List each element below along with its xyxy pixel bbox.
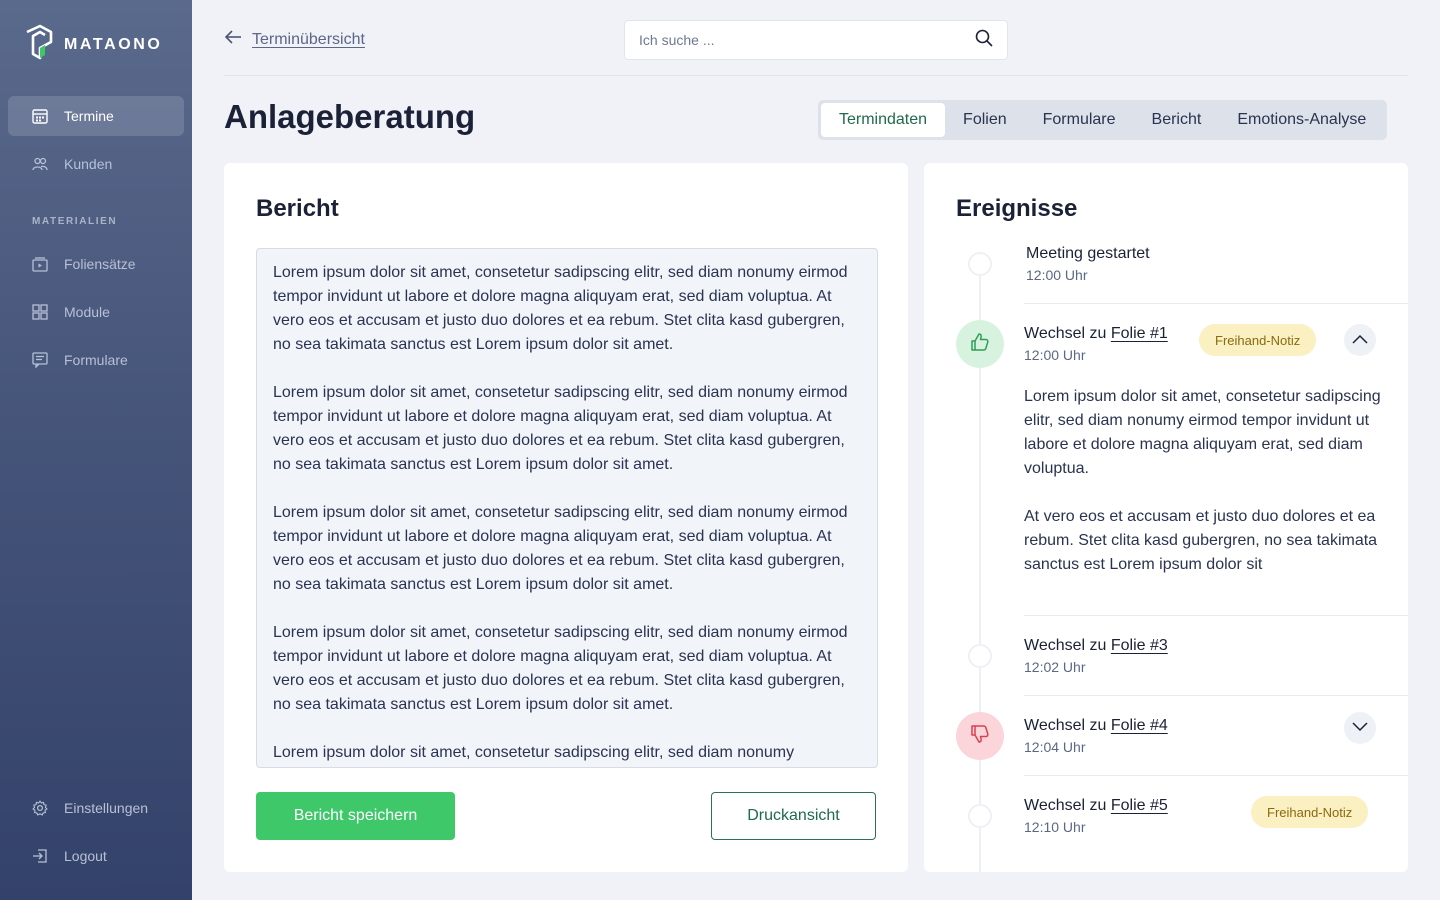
print-view-button[interactable]: Druckansicht bbox=[711, 792, 876, 840]
timeline-dot bbox=[968, 804, 992, 828]
users-icon bbox=[32, 156, 48, 172]
event-divider bbox=[1024, 303, 1408, 304]
event-prefix: Wechsel zu bbox=[1024, 637, 1107, 654]
event-note-text: Lorem ipsum dolor sit amet, consetetur s… bbox=[1024, 388, 1381, 477]
calendar-icon bbox=[32, 108, 48, 124]
page-title: Anlageberatung bbox=[224, 98, 476, 135]
logout-icon bbox=[32, 848, 48, 864]
sidebar-item-logout[interactable]: Logout bbox=[8, 836, 184, 876]
header-divider bbox=[224, 75, 1408, 76]
event-title: Wechsel zu Folie #5 bbox=[1024, 797, 1168, 815]
chevron-down-icon bbox=[1352, 719, 1368, 737]
search-input[interactable] bbox=[639, 32, 975, 48]
event-prefix: Wechsel zu bbox=[1024, 797, 1107, 814]
event-title: Wechsel zu Folie #3 bbox=[1024, 637, 1168, 655]
expand-button[interactable] bbox=[1344, 712, 1376, 744]
gear-icon bbox=[32, 800, 48, 816]
sidebar-item-label: Einstellungen bbox=[64, 800, 149, 816]
slides-icon bbox=[32, 256, 48, 272]
tab-formulare[interactable]: Formulare bbox=[1025, 103, 1134, 137]
sidebar-item-kunden[interactable]: Kunden bbox=[8, 144, 184, 184]
freehand-note-badge[interactable]: Freihand-Notiz bbox=[1199, 324, 1317, 356]
event-prefix: Wechsel zu bbox=[1024, 717, 1107, 734]
report-paragraph: Lorem ipsum dolor sit amet, consetetur s… bbox=[273, 624, 848, 713]
sidebar-item-formulare[interactable]: Formulare bbox=[8, 340, 184, 380]
report-textarea[interactable]: Lorem ipsum dolor sit amet, consetetur s… bbox=[256, 248, 878, 768]
timeline-dot bbox=[968, 644, 992, 668]
sidebar-item-label: Termine bbox=[64, 108, 114, 124]
event-time: 12:10 Uhr bbox=[1024, 819, 1086, 835]
thumbs-up-icon bbox=[970, 332, 990, 357]
report-paragraph: Lorem ipsum dolor sit amet, consetetur s… bbox=[273, 504, 848, 593]
event-time: 12:00 Uhr bbox=[1024, 347, 1086, 363]
brand-logo[interactable]: MATAONO bbox=[24, 24, 162, 65]
arrow-left-icon bbox=[224, 30, 242, 49]
event-prefix: Wechsel zu bbox=[1024, 325, 1107, 342]
slide-link[interactable]: Folie #3 bbox=[1111, 637, 1168, 654]
search-icon[interactable] bbox=[975, 29, 993, 52]
tab-emotions-analyse[interactable]: Emotions-Analyse bbox=[1219, 103, 1384, 137]
back-link-label: Terminübersicht bbox=[252, 30, 365, 48]
slide-link[interactable]: Folie #4 bbox=[1111, 717, 1168, 734]
thumbs-down-icon bbox=[970, 724, 990, 749]
sidebar-item-foliensaetze[interactable]: Foliensätze bbox=[8, 244, 184, 284]
report-paragraph: Lorem ipsum dolor sit amet, consetetur s… bbox=[273, 744, 795, 761]
event-time: 12:00 Uhr bbox=[1026, 267, 1088, 283]
event-divider bbox=[1024, 695, 1408, 696]
logo-icon bbox=[24, 24, 54, 65]
report-paragraph: Lorem ipsum dolor sit amet, consetetur s… bbox=[273, 384, 848, 473]
reaction-positive bbox=[956, 320, 1004, 368]
timeline-dot bbox=[968, 252, 992, 276]
chevron-up-icon bbox=[1352, 331, 1368, 349]
event-title: Wechsel zu Folie #1 bbox=[1024, 325, 1168, 343]
modules-icon bbox=[32, 304, 48, 320]
sidebar: MATAONO Termine Kunden MATERIALIEN Folie… bbox=[0, 0, 192, 900]
tab-bericht[interactable]: Bericht bbox=[1134, 103, 1220, 137]
slide-link[interactable]: Folie #5 bbox=[1111, 797, 1168, 814]
sidebar-item-label: Module bbox=[64, 304, 110, 320]
search-bar bbox=[624, 20, 1008, 60]
report-card: Bericht Lorem ipsum dolor sit amet, cons… bbox=[224, 163, 908, 872]
sidebar-item-label: Kunden bbox=[64, 156, 113, 172]
sidebar-item-label: Logout bbox=[64, 848, 107, 864]
reaction-negative bbox=[956, 712, 1004, 760]
event-title: Wechsel zu Folie #4 bbox=[1024, 717, 1168, 735]
event-title: Meeting gestartet bbox=[1026, 245, 1150, 262]
back-link[interactable]: Terminübersicht bbox=[224, 30, 365, 49]
events-title: Ereignisse bbox=[956, 195, 1078, 222]
tab-bar: Termindaten Folien Formulare Bericht Emo… bbox=[818, 100, 1388, 140]
event-divider bbox=[1024, 615, 1408, 616]
form-icon bbox=[32, 352, 48, 368]
event-time: 12:04 Uhr bbox=[1024, 739, 1086, 755]
report-title: Bericht bbox=[256, 195, 339, 222]
save-report-button[interactable]: Bericht speichern bbox=[256, 792, 455, 840]
sidebar-item-module[interactable]: Module bbox=[8, 292, 184, 332]
events-card: Ereignisse Meeting gestartet 12:00 Uhr W… bbox=[924, 163, 1408, 872]
sidebar-item-label: Foliensätze bbox=[64, 256, 136, 272]
tab-termindaten[interactable]: Termindaten bbox=[821, 103, 946, 137]
slide-link[interactable]: Folie #1 bbox=[1111, 325, 1168, 342]
event-note-text: At vero eos et accusam et justo duo dolo… bbox=[1024, 508, 1378, 573]
event-divider bbox=[1024, 775, 1408, 776]
tab-folien[interactable]: Folien bbox=[945, 103, 1025, 137]
report-paragraph: Lorem ipsum dolor sit amet, consetetur s… bbox=[273, 264, 848, 353]
collapse-button[interactable] bbox=[1344, 324, 1376, 356]
sidebar-item-termine[interactable]: Termine bbox=[8, 96, 184, 136]
sidebar-item-label: Formulare bbox=[64, 352, 128, 368]
sidebar-item-einstellungen[interactable]: Einstellungen bbox=[8, 788, 184, 828]
section-label-materialien: MATERIALIEN bbox=[32, 216, 118, 227]
freehand-note-badge[interactable]: Freihand-Notiz bbox=[1251, 796, 1369, 828]
brand-name: MATAONO bbox=[64, 35, 163, 53]
event-time: 12:02 Uhr bbox=[1024, 659, 1086, 675]
